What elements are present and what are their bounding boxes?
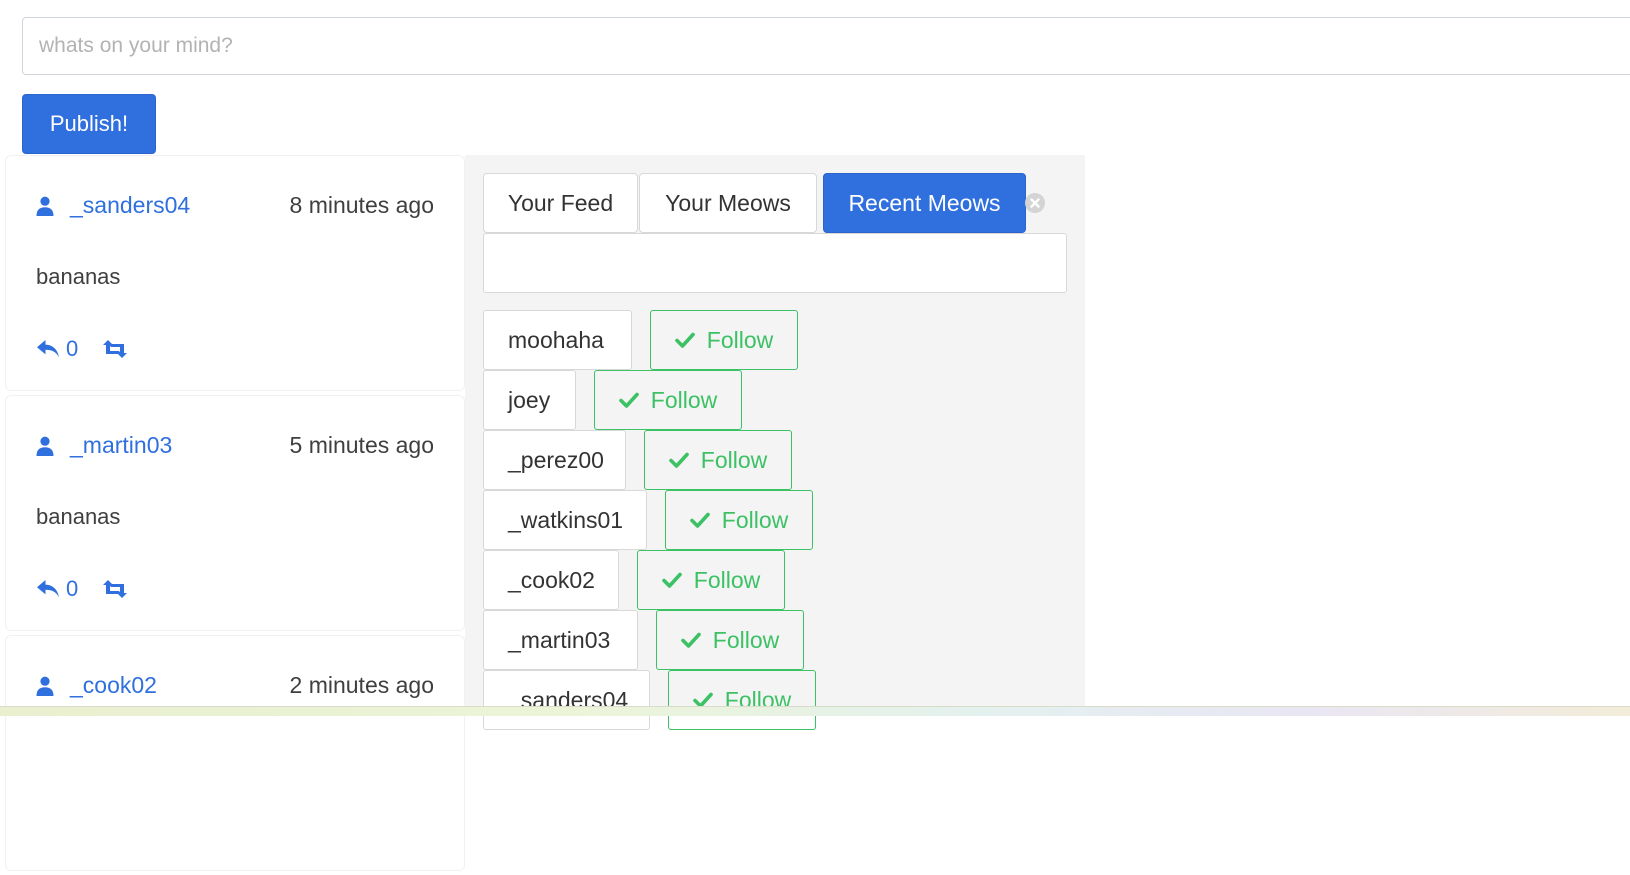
- user-name-chip[interactable]: _cook02: [483, 550, 619, 610]
- follow-button[interactable]: Follow: [665, 490, 813, 550]
- reply-count: 0: [66, 576, 79, 601]
- meow-author-name: _cook02: [70, 672, 157, 698]
- check-icon: [689, 512, 710, 528]
- meow-timestamp: 5 minutes ago: [289, 432, 434, 458]
- follow-label: Follow: [712, 626, 780, 653]
- follow-button[interactable]: Follow: [656, 610, 804, 670]
- meow-card: _cook02 2 minutes ago: [5, 635, 465, 871]
- user-name-chip[interactable]: _watkins01: [483, 490, 647, 550]
- follow-button[interactable]: Follow: [637, 550, 785, 610]
- user-name-chip[interactable]: _perez00: [483, 430, 626, 490]
- retweet-icon[interactable]: [102, 339, 128, 359]
- meow-actions: 0: [36, 576, 128, 602]
- user-name-chip[interactable]: moohaha: [483, 310, 632, 370]
- retweet-icon[interactable]: [102, 579, 128, 599]
- check-icon: [668, 452, 689, 468]
- follow-button[interactable]: Follow: [650, 310, 798, 370]
- tab-your-feed[interactable]: Your Feed: [483, 173, 638, 233]
- meow-actions: 0: [36, 336, 128, 362]
- compose-input[interactable]: [22, 17, 1630, 75]
- follow-label: Follow: [693, 566, 761, 593]
- follow-label: Follow: [700, 446, 768, 473]
- meow-author-link[interactable]: _martin03: [36, 432, 172, 459]
- user-icon: [36, 196, 54, 216]
- meows-panel: Your Feed Your Meows Recent Meows moohah…: [465, 155, 1085, 730]
- meow-text: bananas: [36, 264, 121, 289]
- follow-button[interactable]: Follow: [644, 430, 792, 490]
- follow-button[interactable]: Follow: [668, 670, 816, 730]
- reply-icon[interactable]: [36, 579, 60, 599]
- user-name-chip[interactable]: joey: [483, 370, 576, 430]
- meow-author-name: _sanders04: [70, 192, 191, 218]
- follow-label: Follow: [706, 326, 774, 353]
- follow-button[interactable]: Follow: [594, 370, 742, 430]
- meow-card: _martin03 5 minutes ago bananas 0: [5, 395, 465, 631]
- follow-label: Follow: [721, 506, 789, 533]
- follow-label: Follow: [650, 386, 718, 413]
- tab-your-meows[interactable]: Your Meows: [639, 173, 817, 233]
- close-icon[interactable]: [1025, 193, 1045, 213]
- reply-count: 0: [66, 336, 79, 361]
- user-name-chip[interactable]: _sanders04: [483, 670, 650, 730]
- user-icon: [36, 676, 54, 696]
- tab-recent-meows[interactable]: Recent Meows: [823, 173, 1026, 233]
- user-search-input[interactable]: [483, 233, 1067, 293]
- meow-author-link[interactable]: _sanders04: [36, 192, 190, 219]
- check-icon: [674, 332, 695, 348]
- meow-author-link[interactable]: _cook02: [36, 672, 157, 699]
- meow-feed: _sanders04 8 minutes ago bananas 0 _mart…: [5, 155, 465, 875]
- check-icon: [618, 392, 639, 408]
- meow-author-name: _martin03: [70, 432, 173, 458]
- user-name-chip[interactable]: _martin03: [483, 610, 638, 670]
- check-icon: [661, 572, 682, 588]
- user-icon: [36, 436, 54, 456]
- meow-text: bananas: [36, 504, 121, 529]
- meow-timestamp: 8 minutes ago: [289, 192, 434, 218]
- meow-timestamp: 2 minutes ago: [289, 672, 434, 698]
- reply-icon[interactable]: [36, 339, 60, 359]
- publish-button[interactable]: Publish!: [22, 94, 156, 154]
- check-icon: [680, 632, 701, 648]
- meow-card: _sanders04 8 minutes ago bananas 0: [5, 155, 465, 391]
